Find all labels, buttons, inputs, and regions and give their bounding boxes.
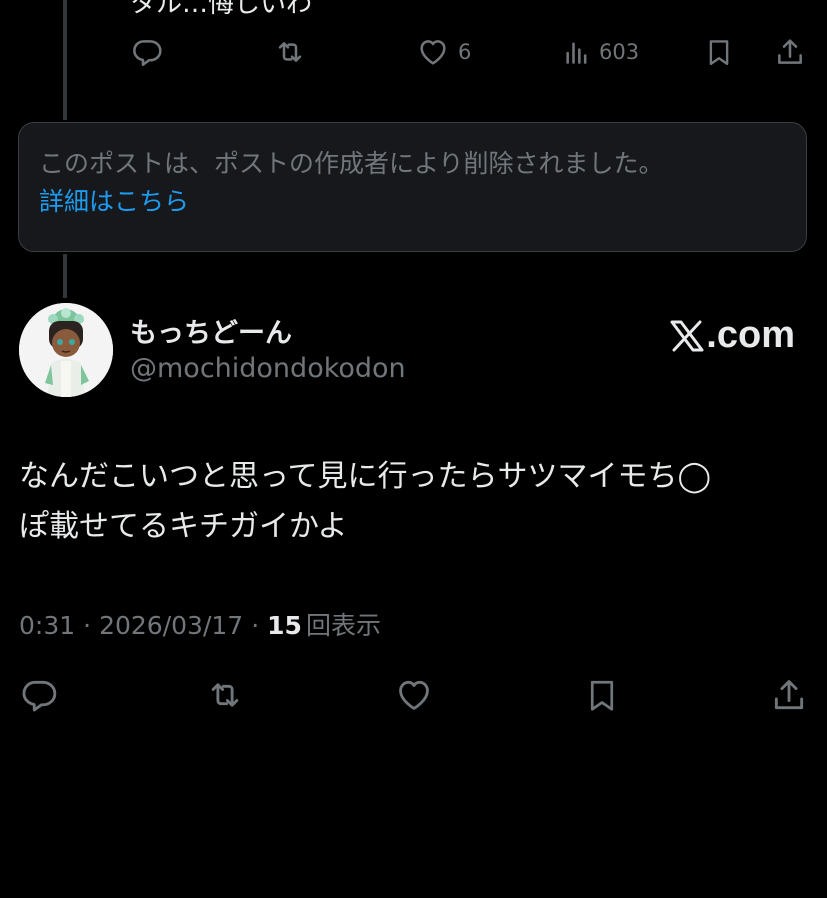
- post-text-line: なんだこいつと思って見に行ったらサツマイモち◯: [19, 459, 712, 494]
- bookmark-icon: [584, 676, 620, 714]
- avatar-illustration: [19, 303, 113, 397]
- x-com-suffix: .com: [706, 314, 795, 356]
- post-date[interactable]: 2026/03/17: [99, 611, 243, 640]
- views-icon: [563, 36, 591, 68]
- previous-share-button[interactable]: [774, 36, 806, 68]
- post-text: なんだこいつと思って見に行ったらサツマイモち◯ ぽ載せてるキチガイかよ: [19, 452, 809, 552]
- post-action-bar: [0, 670, 827, 716]
- reply-button[interactable]: [20, 676, 58, 714]
- meta-separator: ·: [83, 611, 92, 640]
- bookmark-button[interactable]: [584, 676, 620, 714]
- bookmark-icon: [704, 36, 734, 68]
- reply-icon: [131, 36, 163, 68]
- retweet-icon: [204, 676, 246, 714]
- post-text-line: ぽ載せてるキチガイかよ: [19, 509, 348, 544]
- deleted-post-notice: このポストは、ポストの作成者により削除されました。 詳細はこちら: [18, 122, 807, 252]
- meta-separator: ·: [251, 611, 260, 640]
- previous-reply-button[interactable]: [131, 36, 163, 68]
- share-icon: [770, 676, 808, 714]
- deleted-post-message: このポストは、ポストの作成者により削除されました。: [39, 149, 664, 178]
- previous-bookmark-button[interactable]: [704, 36, 734, 68]
- like-icon: [394, 676, 434, 714]
- previous-post-text: タル…悔しいわ: [130, 0, 313, 19]
- previous-views-button[interactable]: 603: [563, 36, 639, 68]
- like-button[interactable]: [394, 676, 434, 714]
- author-handle[interactable]: @mochidondokodon: [130, 353, 406, 384]
- like-icon: [416, 36, 450, 68]
- share-icon: [774, 36, 806, 68]
- previous-post-action-bar: 6 603: [0, 30, 827, 76]
- previous-views-count: 603: [599, 40, 640, 64]
- retweet-icon: [272, 36, 308, 68]
- reply-icon: [20, 676, 58, 714]
- avatar[interactable]: [19, 303, 113, 397]
- previous-retweet-button[interactable]: [272, 36, 308, 68]
- post-meta: 0:31 · 2026/03/17 · 15 回表示: [19, 606, 381, 642]
- learn-more-link[interactable]: 詳細はこちら: [39, 183, 786, 221]
- retweet-button[interactable]: [204, 676, 246, 714]
- views-count[interactable]: 15: [267, 611, 302, 640]
- post-time[interactable]: 0:31: [19, 611, 75, 640]
- author-display-name[interactable]: もっちどーん: [130, 311, 292, 350]
- x-com-logo: .com: [670, 314, 795, 357]
- thread-line-bottom: [63, 254, 67, 298]
- share-button[interactable]: [770, 676, 808, 714]
- previous-like-count: 6: [458, 40, 472, 64]
- views-label: 回表示: [305, 611, 381, 640]
- previous-like-button[interactable]: 6: [416, 36, 471, 68]
- x-logo-icon: [670, 320, 704, 352]
